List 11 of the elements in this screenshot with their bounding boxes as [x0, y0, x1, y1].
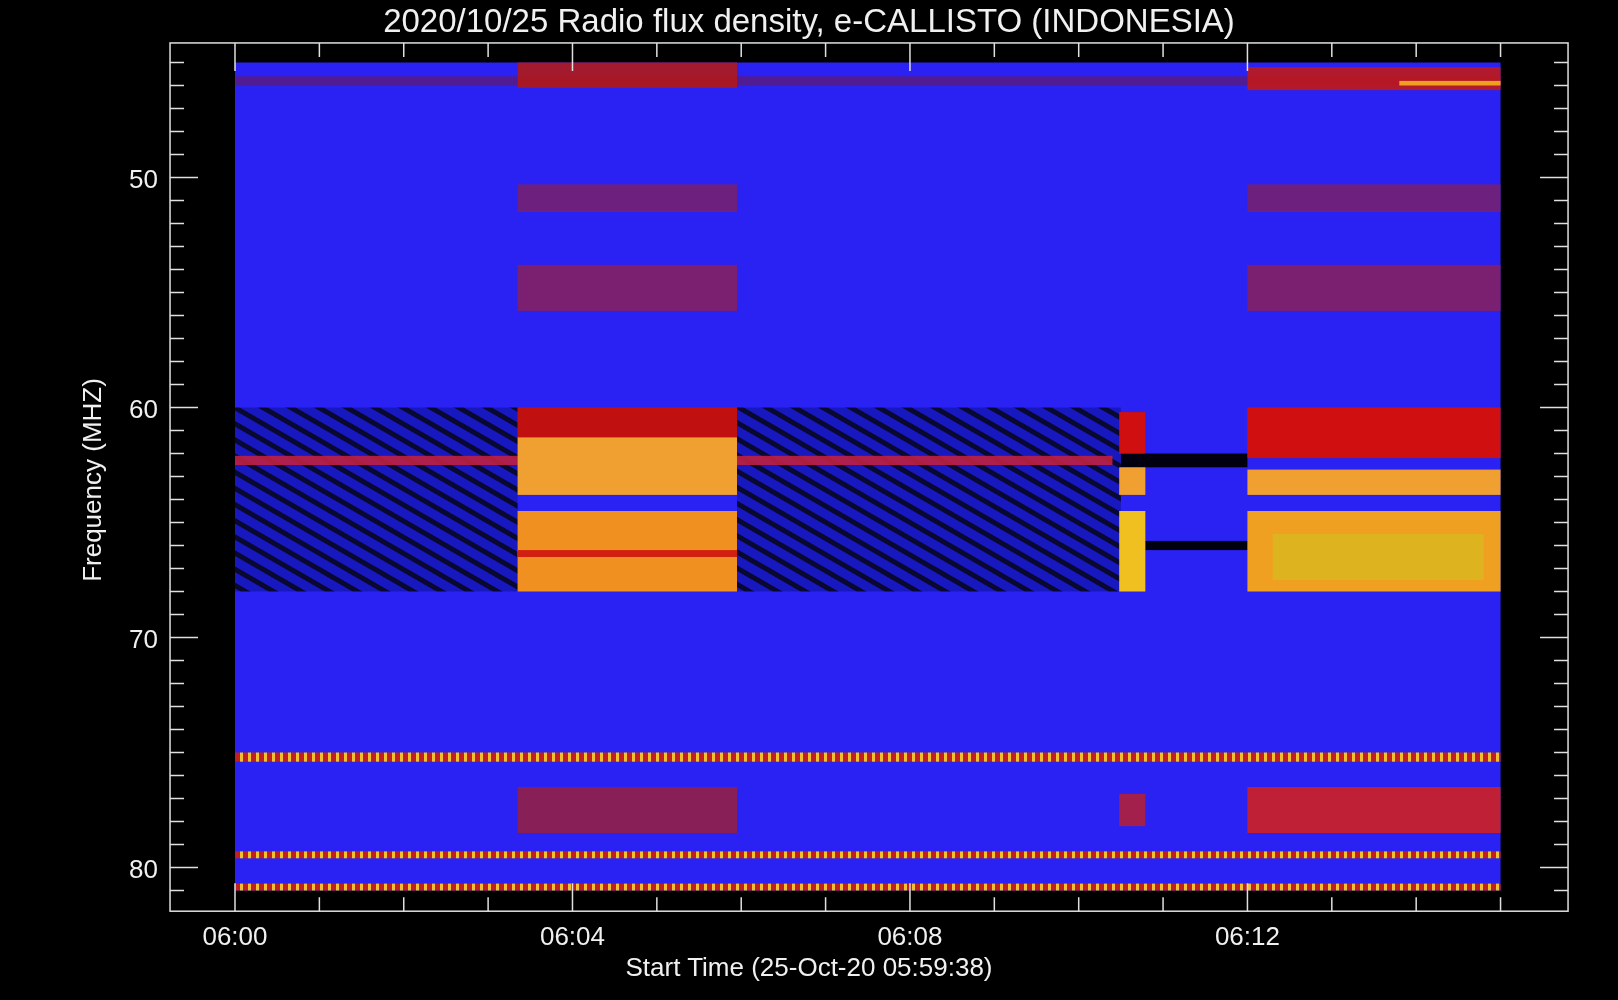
plot-title: 2020/10/25 Radio flux density, e-CALLISTO (INDONESIA) [383, 2, 1235, 39]
tick-label: 06:00 [202, 921, 268, 951]
axis-label: Frequency (MHZ) [77, 378, 107, 582]
tick-label: 60 [129, 393, 159, 424]
axis-label: Start Time (25-Oct-20 05:59:38) [625, 952, 993, 982]
tick-label: 06:08 [877, 921, 943, 951]
tick-label: 50 [129, 163, 159, 194]
tick-label: 06:12 [1214, 921, 1280, 951]
tick-label: 70 [129, 623, 159, 654]
tick-label: 06:04 [539, 921, 605, 951]
tick-label: 80 [129, 853, 159, 884]
